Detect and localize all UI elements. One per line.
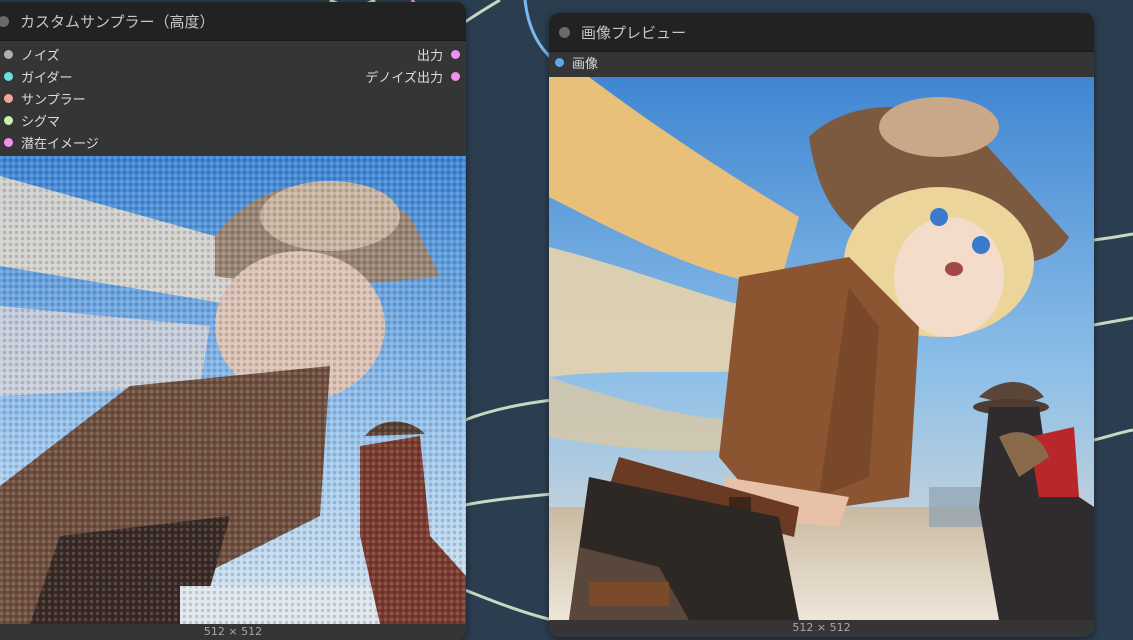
image-size-label: 512 × 512: [203, 625, 263, 638]
input-dot-icon[interactable]: [4, 137, 13, 147]
slot-label: 画像: [572, 56, 599, 72]
input-dot-icon[interactable]: [555, 57, 564, 67]
output-slot-output[interactable]: 出力: [417, 43, 460, 65]
input-slot-noise[interactable]: ノイズ: [4, 43, 60, 65]
input-dot-icon[interactable]: [4, 49, 13, 59]
slot-label: ガイダー: [21, 70, 73, 86]
slot-label: シグマ: [21, 114, 61, 130]
input-dot-icon[interactable]: [4, 71, 13, 81]
input-slot-guider[interactable]: ガイダー: [4, 65, 72, 87]
collapse-dot-icon[interactable]: [559, 26, 570, 38]
collapse-dot-icon[interactable]: [0, 15, 9, 27]
input-dot-icon[interactable]: [4, 93, 13, 103]
input-slot-image[interactable]: 画像: [555, 51, 598, 73]
node-title-bar[interactable]: カスタムサンプラー（高度）: [0, 2, 466, 41]
output-dot-icon[interactable]: [451, 49, 460, 59]
input-dot-icon[interactable]: [4, 115, 13, 125]
node-title-bar[interactable]: 画像プレビュー: [549, 13, 1094, 52]
image-size-label: 512 × 512: [792, 621, 851, 634]
input-slot-sampler[interactable]: サンプラー: [4, 87, 86, 109]
slot-label: サンプラー: [21, 92, 86, 108]
output-slot-denoised[interactable]: デノイズ出力: [365, 65, 460, 87]
input-slot-latent[interactable]: 潜在イメージ: [4, 131, 99, 153]
preview-image: [549, 77, 1094, 620]
image-preview-node[interactable]: 画像プレビュー 画像 512 × 512: [549, 13, 1094, 637]
output-dot-icon[interactable]: [451, 71, 460, 81]
slot-label: 出力: [416, 48, 443, 64]
node-title: 画像プレビュー: [581, 23, 687, 42]
custom-sampler-node[interactable]: カスタムサンプラー（高度） ノイズ ガイダー サンプラー シグマ 潜在イメージ …: [0, 2, 466, 640]
slot-label: 潜在イメージ: [21, 136, 99, 152]
input-slot-sigmas[interactable]: シグマ: [4, 109, 60, 131]
slot-label: ノイズ: [21, 48, 60, 64]
noisy-preview-image: [0, 156, 466, 624]
slot-label: デノイズ出力: [365, 70, 443, 86]
node-title: カスタムサンプラー（高度）: [20, 12, 215, 31]
